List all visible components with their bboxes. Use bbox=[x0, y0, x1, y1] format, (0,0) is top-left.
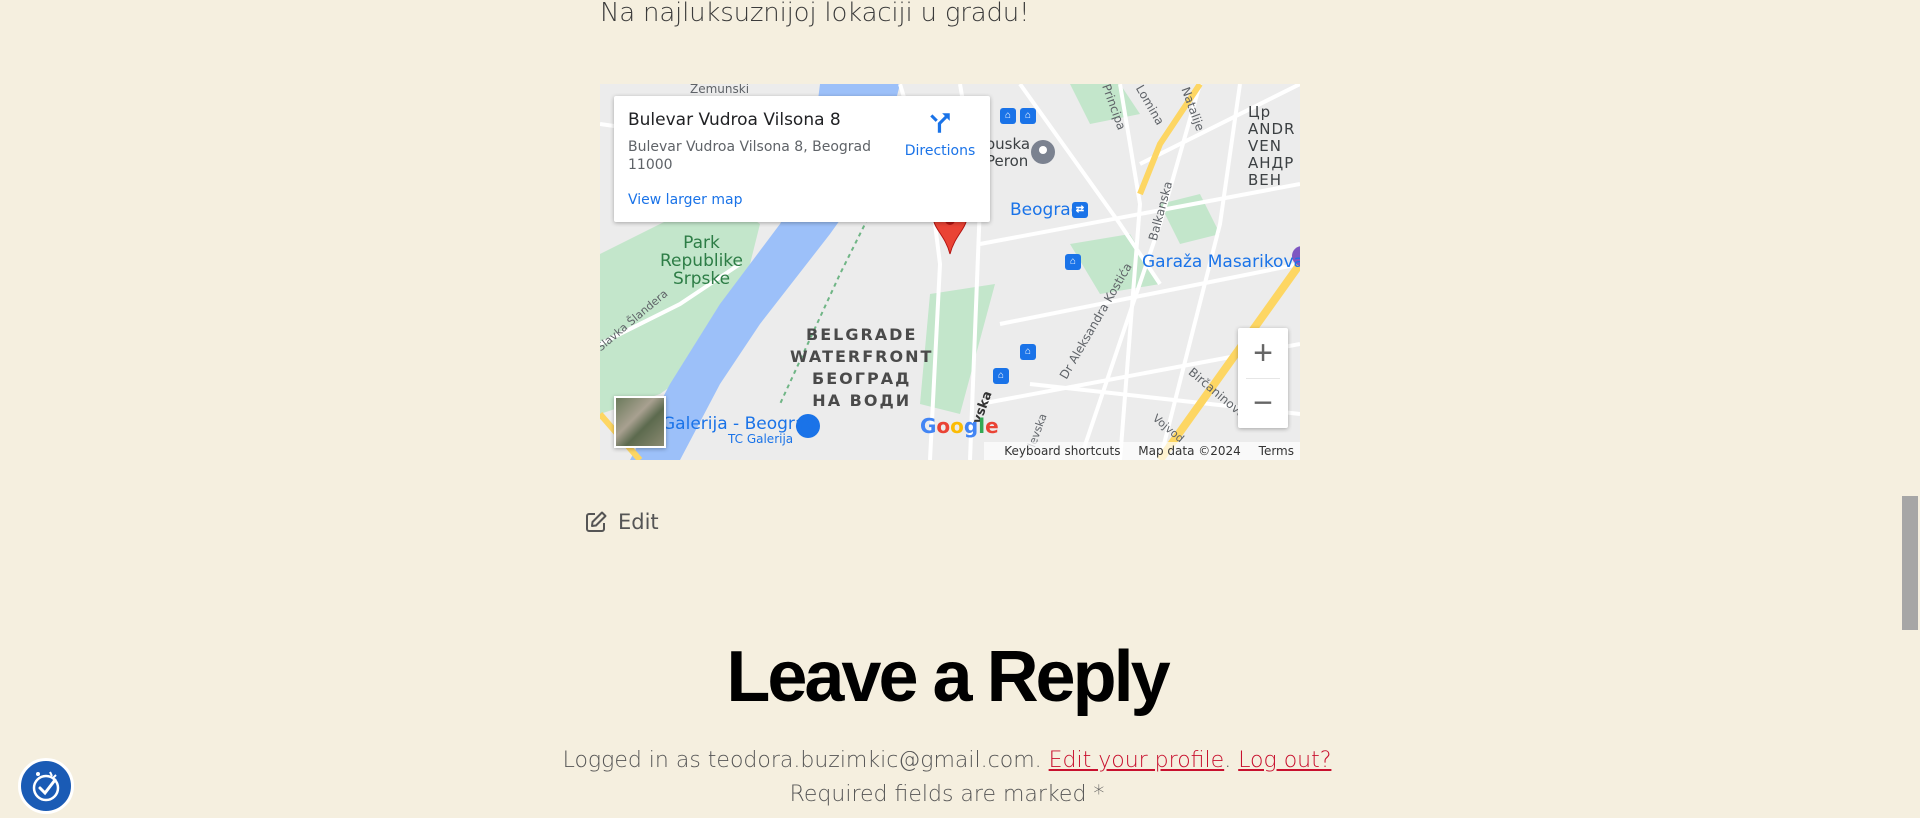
keyboard-shortcuts-link[interactable]: Keyboard shortcuts bbox=[1004, 444, 1120, 458]
accessibility-icon bbox=[32, 771, 60, 802]
map-label-galerija: Galerija - Beograd bbox=[662, 414, 817, 434]
required-fields-note: Required fields are marked * bbox=[789, 782, 1105, 807]
edit-icon bbox=[586, 511, 607, 532]
separator-dot: . bbox=[1224, 748, 1232, 773]
directions-button[interactable]: Directions bbox=[900, 110, 980, 159]
zoom-control: + − bbox=[1238, 328, 1288, 428]
map-label-zemunski: Zemunski bbox=[690, 84, 750, 96]
map-attribution: Keyboard shortcuts Map data ©2024 Terms bbox=[984, 442, 1300, 460]
google-logo: Google bbox=[920, 414, 999, 438]
map-label-park: Park Republike Srpske bbox=[660, 233, 744, 289]
satellite-toggle[interactable] bbox=[614, 396, 666, 448]
bus-stop-icon: ⌂ bbox=[1020, 344, 1036, 360]
logged-in-text: Logged in as teodora.buzimkic@gmail.com. bbox=[562, 748, 1042, 773]
zoom-in-button[interactable]: + bbox=[1238, 328, 1288, 378]
map-label-tc-galerija: TC Galerija bbox=[728, 432, 794, 446]
edit-link[interactable]: Edit bbox=[584, 510, 659, 534]
map-data-label: Map data ©2024 bbox=[1138, 444, 1241, 458]
bus-stop-icon: ⌂ bbox=[1065, 254, 1081, 270]
directions-label: Directions bbox=[904, 143, 976, 159]
directions-icon bbox=[930, 113, 950, 133]
map-label-garaza: Garaža Masarikova bbox=[1142, 252, 1300, 272]
bus-stop-icon: ⌂ bbox=[1020, 108, 1036, 124]
map-label-belgrade-waterfront: BELGRADE WATERFRONT БЕОГРАД НА ВОДИ bbox=[790, 325, 934, 410]
train-station-icon: ⇄ bbox=[1072, 202, 1088, 218]
map-label-peron: ouska Peron bbox=[986, 135, 1031, 170]
google-map[interactable]: Zemunski Park Republike Srpske Slavka Šl… bbox=[600, 84, 1300, 460]
bus-stop-icon: ⌂ bbox=[1000, 108, 1016, 124]
tagline: Na najluksuznijoj lokaciji u gradu! bbox=[600, 0, 1030, 28]
place-title: Bulevar Vudroa Vilsona 8 bbox=[628, 110, 841, 130]
zoom-out-button[interactable]: − bbox=[1238, 378, 1288, 428]
log-out-link[interactable]: Log out? bbox=[1238, 748, 1331, 773]
terms-link[interactable]: Terms bbox=[1259, 444, 1294, 458]
scrollbar-thumb[interactable] bbox=[1902, 496, 1918, 630]
edit-label: Edit bbox=[618, 510, 659, 534]
leave-reply-heading: Leave a Reply bbox=[726, 637, 1170, 717]
map-label-beograd: Beograd bbox=[1010, 200, 1082, 220]
logged-in-line: Logged in as teodora.buzimkic@gmail.com.… bbox=[0, 748, 1894, 773]
view-larger-map-link[interactable]: View larger map bbox=[628, 192, 742, 208]
bus-stop-icon: ⌂ bbox=[993, 368, 1009, 384]
zoom-separator bbox=[1246, 378, 1280, 379]
map-label-andric: Цр ANDR VEN АНДР ВЕН bbox=[1248, 103, 1296, 189]
place-address: Bulevar Vudroa Vilsona 8, Beograd 11000 bbox=[628, 139, 871, 173]
map-info-window: Bulevar Vudroa Vilsona 8 Bulevar Vudroa … bbox=[614, 96, 990, 222]
edit-profile-link[interactable]: Edit your profile bbox=[1049, 748, 1225, 773]
accessibility-button[interactable] bbox=[18, 758, 74, 814]
page-scrollbar[interactable] bbox=[1898, 0, 1920, 818]
